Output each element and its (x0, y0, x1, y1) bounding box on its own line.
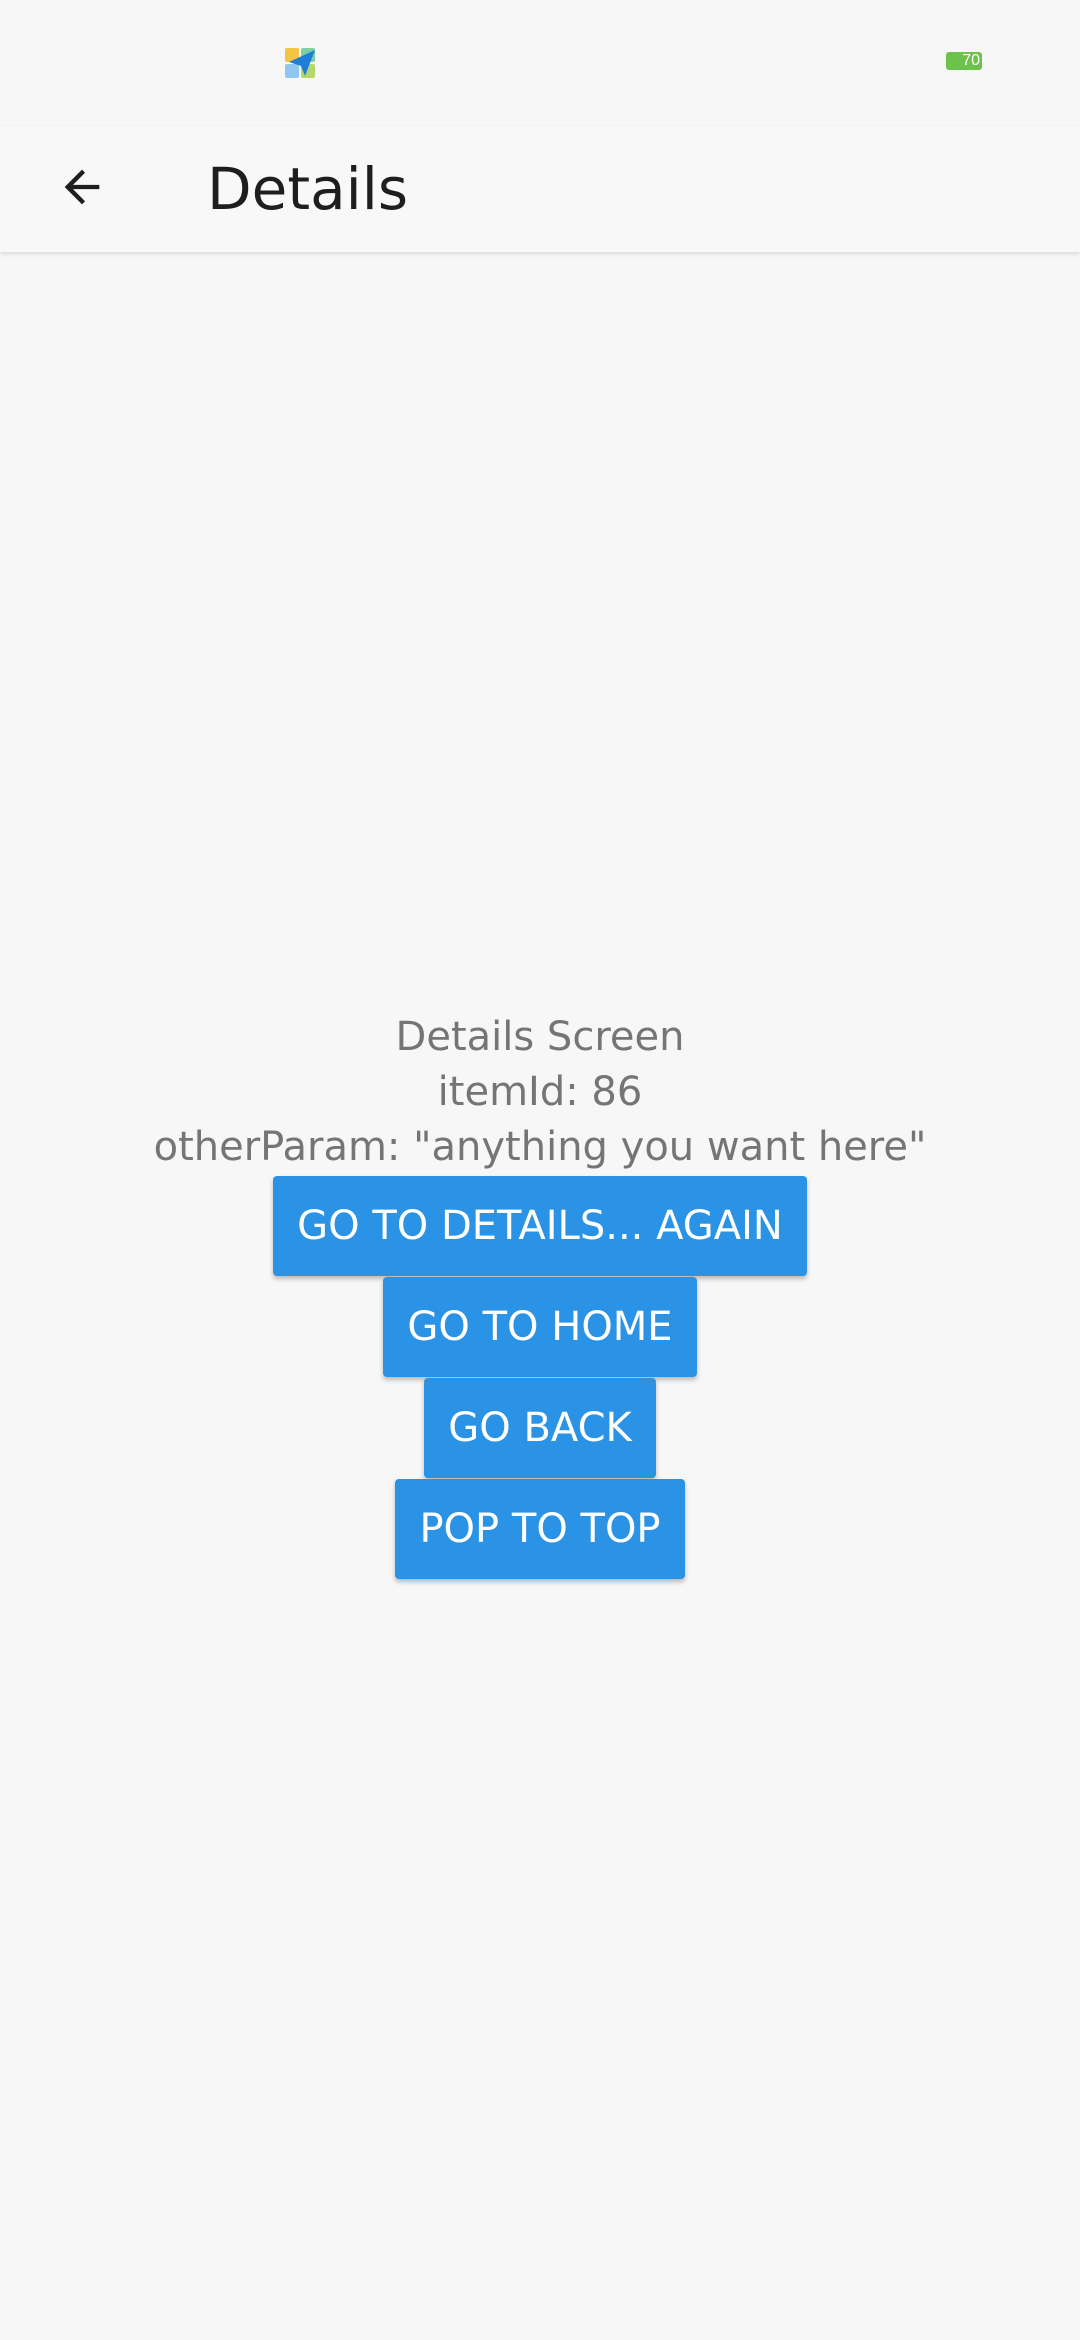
back-button[interactable] (42, 147, 122, 227)
arrow-back-icon (64, 169, 100, 205)
item-id-text: itemId: 86 (437, 1069, 643, 1115)
status-bar: 70 (0, 0, 1080, 126)
paper-plane-app-icon (285, 48, 315, 78)
page-title: Details (207, 155, 409, 223)
screen-heading: Details Screen (395, 1014, 685, 1060)
battery-icon: 70 (946, 52, 982, 70)
other-param-text: otherParam: "anything you want here" (153, 1124, 927, 1170)
app-bar: Details (0, 126, 1080, 252)
details-content: Details Screen itemId: 86 otherParam: "a… (0, 1010, 1080, 1579)
go-back-button[interactable]: GO BACK (424, 1378, 656, 1478)
go-to-details-again-button[interactable]: GO TO DETAILS... AGAIN (273, 1176, 807, 1276)
go-to-home-button[interactable]: GO TO HOME (383, 1277, 697, 1377)
pop-to-top-button[interactable]: POP TO TOP (395, 1479, 685, 1579)
